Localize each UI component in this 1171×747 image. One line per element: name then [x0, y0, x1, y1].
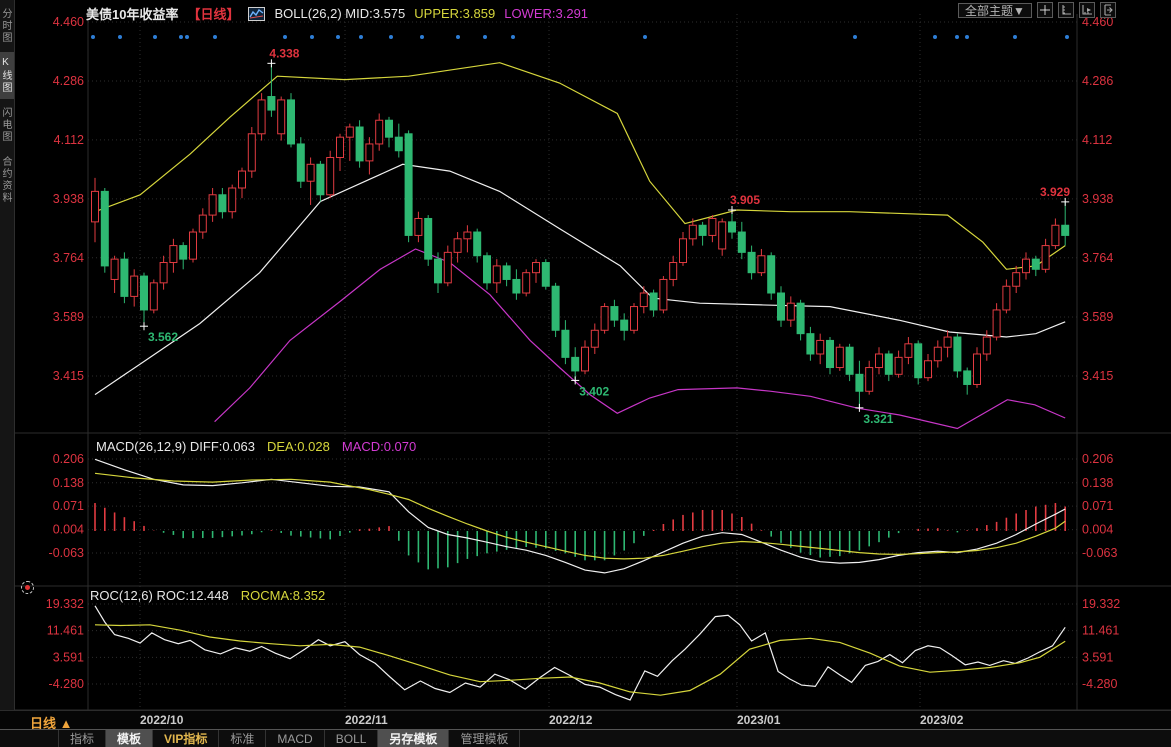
svg-text:11.461: 11.461 [47, 624, 84, 638]
svg-text:0.138: 0.138 [1082, 476, 1113, 490]
svg-text:3.415: 3.415 [1082, 369, 1113, 383]
svg-text:-4.280: -4.280 [1082, 677, 1117, 691]
svg-text:-0.063: -0.063 [1082, 546, 1117, 560]
macd-legend: MACD(26,12,9) DIFF:0.063 DEA:0.028 MACD:… [96, 439, 416, 454]
x-axis-label: 2023/01 [737, 713, 780, 727]
x-axis-label: 2022/11 [345, 713, 388, 727]
period-tag: 【日线】 [187, 4, 239, 23]
svg-text:3.321: 3.321 [863, 412, 893, 426]
bottom-tab-2[interactable]: VIP指标 [153, 730, 219, 747]
bottom-tab-6[interactable]: 另存模板 [378, 730, 449, 747]
svg-text:3.938: 3.938 [53, 192, 84, 206]
roc-value-legend: ROC(12,6) ROC:12.448 [90, 588, 229, 603]
svg-text:0.071: 0.071 [1082, 499, 1113, 513]
svg-text:3.589: 3.589 [53, 310, 84, 324]
x-axis-label: 2022/10 [140, 713, 183, 727]
indicator-settings-icon[interactable] [21, 581, 34, 594]
chart-type-sidebar: 分时图 K线图闪电图合约资料 [0, 0, 15, 710]
macd-diff-legend: MACD(26,12,9) DIFF:0.063 [96, 439, 255, 454]
svg-text:3.591: 3.591 [1082, 650, 1113, 664]
svg-text:4.286: 4.286 [1082, 74, 1113, 88]
main-legend: 美债10年收益率 【日线】 BOLL(26,2) MID:3.575 UPPER… [86, 4, 588, 23]
svg-text:4.460: 4.460 [53, 15, 84, 29]
svg-text:-0.063: -0.063 [49, 546, 84, 560]
macd-macd-legend: MACD:0.070 [342, 439, 416, 454]
macd-dea-legend: DEA:0.028 [267, 439, 330, 454]
chart-canvas[interactable]: 4.3383.5623.9053.4023.3213.9294.4604.460… [0, 0, 1171, 710]
rocma-value-legend: ROCMA:8.352 [241, 588, 326, 603]
svg-text:3.562: 3.562 [148, 330, 178, 344]
svg-text:3.402: 3.402 [579, 384, 609, 398]
x-axis-scale-icon[interactable] [1079, 2, 1095, 18]
pan-right-icon[interactable] [1100, 2, 1116, 18]
svg-text:11.461: 11.461 [1082, 624, 1119, 638]
chart-toolbar: 全部主题▼ [958, 2, 1116, 18]
boll-upper-legend: UPPER:3.859 [414, 6, 495, 21]
sidebar-item-0[interactable]: 分时图 [0, 3, 14, 49]
svg-text:0.004: 0.004 [53, 523, 84, 537]
svg-text:3.589: 3.589 [1082, 310, 1113, 324]
svg-text:19.332: 19.332 [46, 597, 84, 611]
svg-text:3.764: 3.764 [1082, 251, 1113, 265]
crosshair-icon[interactable] [1037, 2, 1053, 18]
roc-legend: ROC(12,6) ROC:12.448 ROCMA:8.352 [90, 588, 325, 603]
line-chart-icon[interactable] [248, 7, 265, 21]
bottom-tab-4[interactable]: MACD [266, 730, 324, 747]
svg-text:4.112: 4.112 [1082, 133, 1112, 147]
sidebar-item-2[interactable]: 闪电图 [0, 102, 14, 148]
svg-text:0.071: 0.071 [53, 499, 84, 513]
bottom-tab-1[interactable]: 模板 [106, 730, 153, 747]
svg-text:3.929: 3.929 [1040, 185, 1070, 199]
y-axis-scale-icon[interactable] [1058, 2, 1074, 18]
theme-dropdown-button[interactable]: 全部主题▼ [958, 3, 1032, 18]
instrument-title: 美债10年收益率 [86, 4, 178, 23]
svg-text:4.112: 4.112 [54, 133, 84, 147]
svg-text:3.905: 3.905 [730, 193, 760, 207]
svg-text:3.764: 3.764 [53, 251, 84, 265]
svg-text:-4.280: -4.280 [49, 677, 84, 691]
svg-text:0.004: 0.004 [1082, 523, 1113, 537]
bottom-tab-bar: 指标模板VIP指标标准MACDBOLL另存模板管理模板 [0, 729, 1171, 747]
svg-text:3.415: 3.415 [53, 369, 84, 383]
chart-application: 4.3383.5623.9053.4023.3213.9294.4604.460… [0, 0, 1171, 747]
x-axis-label: 2023/02 [920, 713, 963, 727]
boll-lower-legend: LOWER:3.291 [504, 6, 588, 21]
svg-text:0.138: 0.138 [53, 476, 84, 490]
svg-text:3.591: 3.591 [53, 650, 84, 664]
x-axis-label: 2022/12 [549, 713, 592, 727]
sidebar-item-1[interactable]: K线图 [0, 52, 14, 99]
svg-text:0.206: 0.206 [53, 452, 84, 466]
svg-text:4.286: 4.286 [53, 74, 84, 88]
bottom-tab-7[interactable]: 管理模板 [449, 730, 520, 747]
bottom-tab-5[interactable]: BOLL [325, 730, 379, 747]
svg-text:3.938: 3.938 [1082, 192, 1113, 206]
time-axis-strip: 日线 ▲ 2022/102022/112022/122023/012023/02 [0, 710, 1171, 731]
bottom-tab-0[interactable]: 指标 [58, 730, 106, 747]
bottom-tab-3[interactable]: 标准 [219, 730, 266, 747]
sidebar-item-3[interactable]: 合约资料 [0, 151, 14, 209]
svg-text:4.338: 4.338 [269, 46, 299, 60]
svg-text:0.206: 0.206 [1082, 452, 1113, 466]
svg-text:19.332: 19.332 [1082, 597, 1120, 611]
boll-legend: BOLL(26,2) MID:3.575 [274, 6, 405, 21]
